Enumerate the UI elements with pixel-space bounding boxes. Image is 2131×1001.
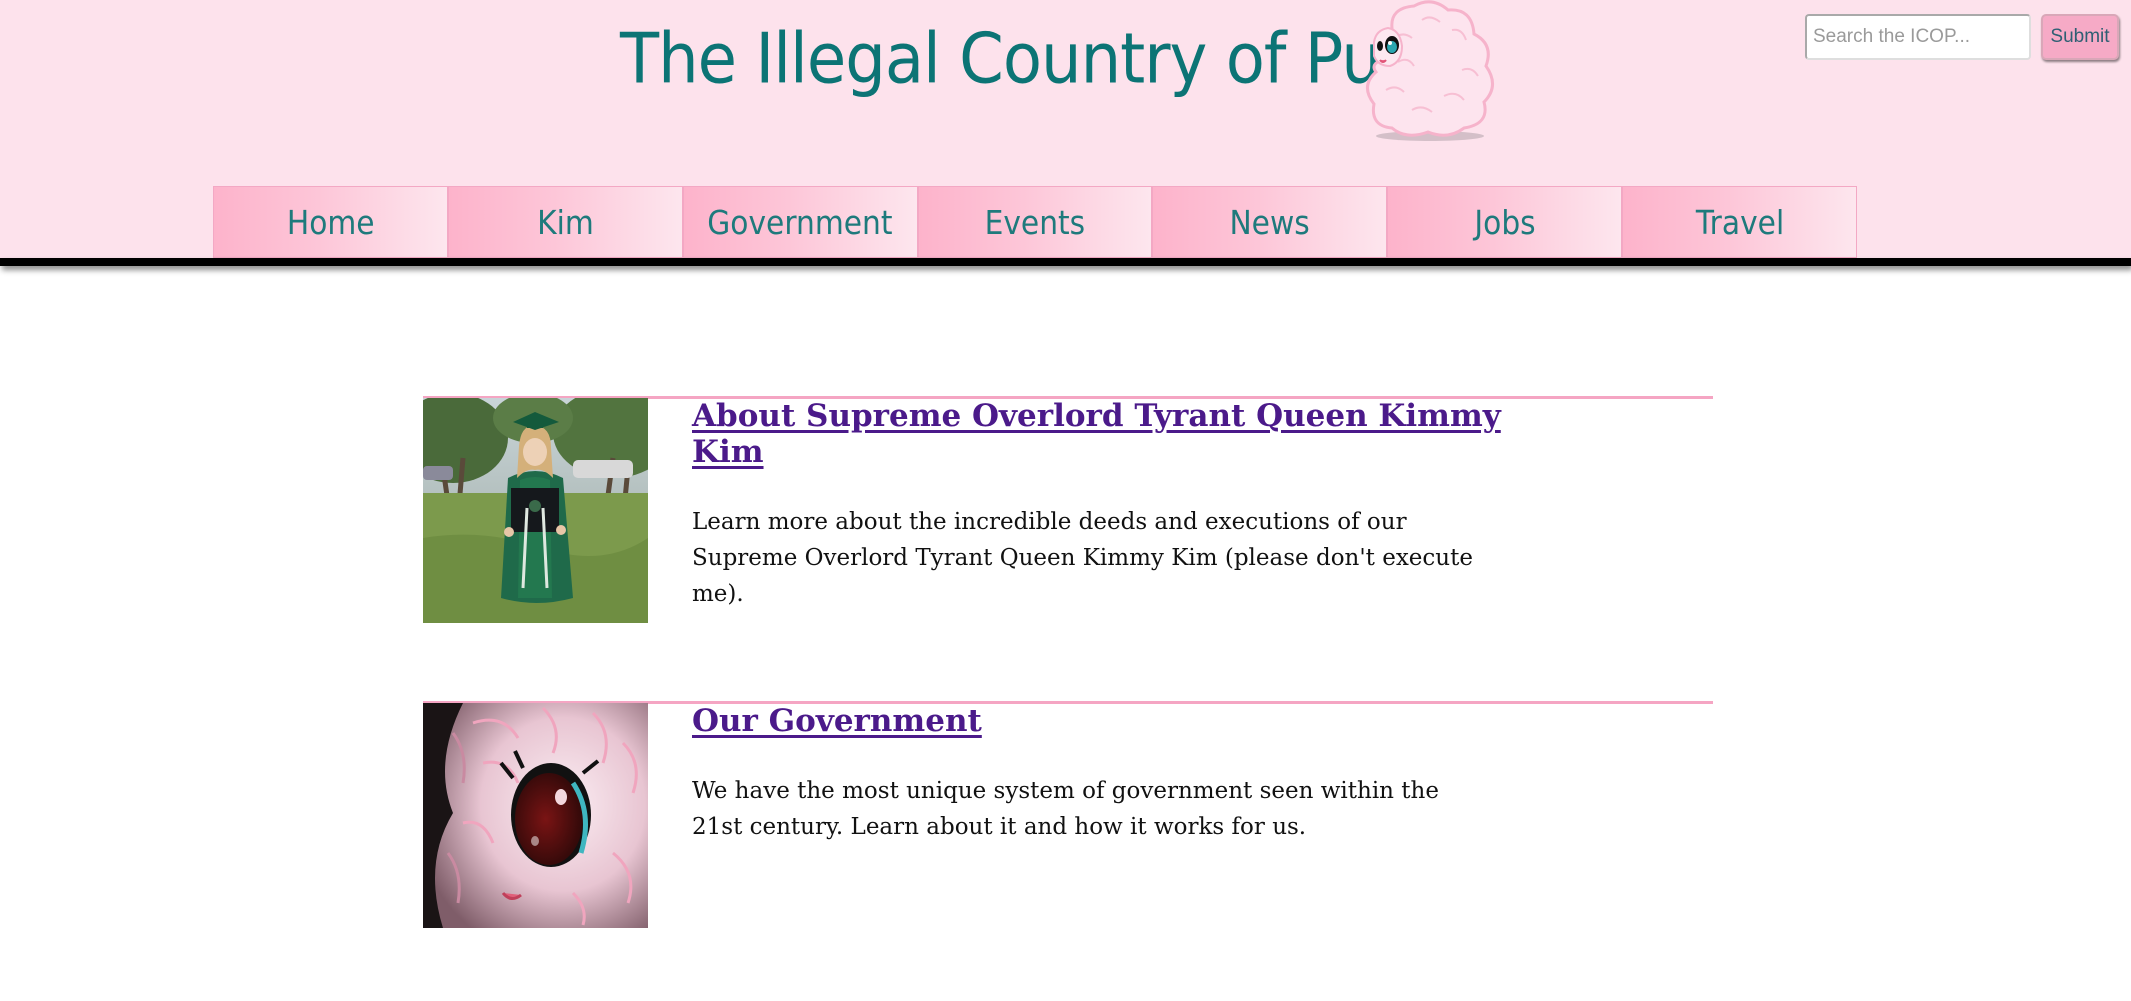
main-nav: Home Kim Government Events News Jobs Tra… [213, 186, 1858, 258]
graduation-photo-icon[interactable] [423, 398, 648, 623]
site-title[interactable]: The Illegal Country of Puff [620, 25, 1425, 94]
fluffy-pony-mascot-icon [1366, 0, 1494, 141]
article-title[interactable]: Our Government [692, 703, 1532, 739]
article-text: We have the most unique system of govern… [692, 778, 1439, 840]
header-divider [0, 258, 2131, 266]
site-header: The Illegal Country of Puff Submit Home … [0, 0, 2131, 258]
nav-item-kim[interactable]: Kim [447, 186, 683, 258]
nav-item-label: Travel [1695, 202, 1784, 242]
nav-item-government[interactable]: Government [682, 186, 918, 258]
pony-eye-closeup-icon[interactable] [423, 703, 648, 928]
nav-item-label: Government [707, 202, 893, 242]
search-input[interactable] [1805, 14, 2031, 60]
nav-item-travel[interactable]: Travel [1622, 186, 1858, 258]
nav-item-label: Kim [536, 202, 594, 242]
nav-item-home[interactable]: Home [213, 186, 448, 258]
nav-item-label: Events [984, 202, 1086, 242]
nav-item-jobs[interactable]: Jobs [1387, 186, 1623, 258]
nav-item-label: News [1229, 202, 1310, 242]
nav-item-events[interactable]: Events [917, 186, 1153, 258]
nav-item-news[interactable]: News [1152, 186, 1388, 258]
article-text: Learn more about the incredible deeds an… [692, 509, 1473, 607]
nav-item-label: Jobs [1474, 202, 1536, 242]
submit-button[interactable]: Submit [2041, 14, 2119, 60]
article-title[interactable]: About Supreme Overlord Tyrant Queen Kimm… [692, 398, 1532, 470]
nav-item-label: Home [286, 202, 375, 242]
